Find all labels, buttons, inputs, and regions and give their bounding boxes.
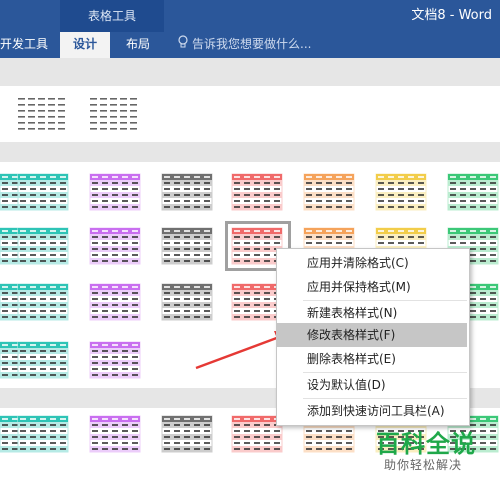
watermark-logo: 百科全说 助你轻松解决 — [370, 424, 494, 479]
title-bar: 表格工具 文档8 - Word — [0, 0, 500, 32]
table-style-swatch-green[interactable] — [446, 172, 500, 212]
table-style-swatch-orange[interactable] — [302, 172, 358, 212]
table-style-swatch-purple[interactable] — [88, 226, 144, 266]
table-style-swatch-red[interactable] — [230, 172, 286, 212]
document-title: 文档8 - Word — [411, 8, 492, 23]
menu-item-new-table-style[interactable]: 新建表格样式(N) — [277, 301, 467, 325]
table-style-swatch-purple[interactable] — [88, 172, 144, 212]
watermark-main-text: 百科全说 — [376, 430, 476, 458]
lightbulb-icon — [178, 33, 188, 57]
table-style-swatch-gray[interactable] — [160, 172, 216, 212]
watermark-sub-text: 助你轻松解决 — [384, 458, 463, 472]
table-style-swatch-gray[interactable] — [160, 414, 216, 454]
gallery-header-grid — [0, 142, 500, 162]
gallery-section-plain — [0, 86, 500, 142]
table-style-swatch-purple[interactable] — [88, 282, 144, 322]
table-style-swatch-plain[interactable] — [88, 94, 144, 134]
table-style-swatch-plain[interactable] — [16, 94, 72, 134]
menu-item-add-to-quick-access[interactable]: 添加到快速访问工具栏(A) — [277, 399, 467, 423]
menu-item-modify-table-style[interactable]: 修改表格样式(F) — [277, 323, 467, 347]
table-style-swatch-teal[interactable] — [16, 172, 72, 212]
menu-item-apply-clear-format[interactable]: 应用并清除格式(C) — [277, 251, 467, 275]
table-style-swatch-purple[interactable] — [88, 414, 144, 454]
tell-me-box[interactable]: 告诉我您想要做什么... — [178, 32, 311, 58]
tell-me-text: 告诉我您想要做什么... — [192, 37, 312, 51]
tab-layout[interactable]: 布局 — [118, 32, 158, 58]
table-style-swatch-teal[interactable] — [16, 340, 72, 380]
table-style-swatch-teal[interactable] — [16, 226, 72, 266]
table-style-swatch-purple[interactable] — [88, 340, 144, 380]
menu-item-delete-table-style[interactable]: 删除表格样式(E) — [277, 347, 467, 371]
menu-item-apply-keep-format[interactable]: 应用并保持格式(M) — [277, 275, 467, 299]
tab-design[interactable]: 设计 — [60, 32, 110, 58]
table-style-swatch-yellow[interactable] — [374, 172, 430, 212]
context-menu: 应用并清除格式(C) 应用并保持格式(M) 新建表格样式(N) 修改表格样式(F… — [276, 248, 470, 426]
table-style-swatch-gray[interactable] — [160, 226, 216, 266]
context-tab-group-label: 表格工具 — [60, 0, 164, 32]
gallery-header-plain — [0, 64, 500, 86]
tab-developer[interactable]: 开发工具 — [0, 32, 56, 58]
ribbon-tab-bar: 开发工具 设计 布局 告诉我您想要做什么... — [0, 32, 500, 58]
table-style-swatch-gray[interactable] — [160, 282, 216, 322]
menu-item-set-default[interactable]: 设为默认值(D) — [277, 373, 467, 397]
table-style-swatch-teal[interactable] — [16, 282, 72, 322]
table-style-swatch-teal[interactable] — [16, 414, 72, 454]
